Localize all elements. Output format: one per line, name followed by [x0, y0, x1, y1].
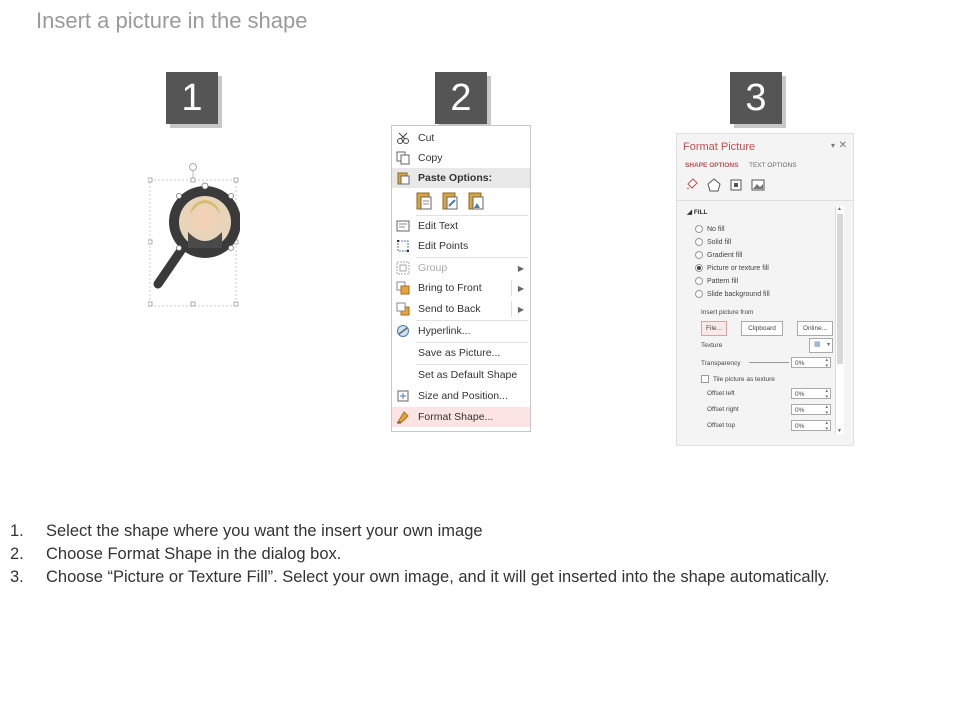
menu-item-hyperlink[interactable]: Hyperlink... [392, 321, 530, 341]
menu-label: Copy [418, 152, 443, 164]
hyperlink-icon [396, 324, 410, 338]
submenu-arrow-icon: ▶ [517, 263, 524, 273]
instruction-item: 1. Select the shape where you want the i… [10, 522, 483, 540]
scissors-icon [396, 131, 410, 145]
menu-item-save-as-picture[interactable]: Save as Picture... [392, 343, 530, 363]
menu-label: Edit Points [418, 240, 469, 252]
offset-top-label: Offset top [707, 422, 736, 429]
menu-label: Paste Options: [418, 172, 493, 184]
texture-label: Texture [701, 342, 723, 349]
tab-shape-options[interactable]: SHAPE OPTIONS [685, 162, 738, 169]
clipboard-button[interactable]: Clipboard [741, 321, 783, 336]
offset-left-label: Offset left [707, 390, 735, 397]
paste-picture-icon[interactable] [466, 190, 486, 212]
fill-section-header[interactable]: ◢ FILL [687, 208, 708, 216]
size-properties-icon[interactable] [729, 178, 743, 192]
paste-icon [396, 171, 410, 185]
page-title: Insert a picture in the shape [36, 8, 308, 33]
scrollbar-thumb[interactable] [837, 214, 843, 364]
pane-scrollbar[interactable]: ▲ ▼ [835, 206, 844, 434]
offset-right-input[interactable]: 0% ▴ ▾ [791, 404, 831, 415]
step-1-badge: 1 [166, 72, 218, 124]
close-icon[interactable]: ✕ [839, 140, 847, 151]
menu-item-cut[interactable]: Cut [392, 128, 530, 148]
menu-item-bring-to-front[interactable]: Bring to Front ▶ [392, 278, 530, 298]
format-picture-pane: Format Picture ▾ ✕ SHAPE OPTIONS TEXT OP… [676, 133, 854, 446]
instruction-item: 2. Choose Format Shape in the dialog box… [10, 545, 342, 563]
submenu-arrow-icon: ▶ [517, 304, 524, 314]
chevron-down-icon[interactable]: ▾ [831, 141, 835, 150]
copy-icon [396, 151, 410, 165]
menu-item-edit-text[interactable]: Edit Text [392, 216, 530, 236]
tile-checkbox[interactable]: Tile picture as texture [701, 375, 775, 383]
menu-label: Set as Default Shape [418, 369, 518, 381]
bring-front-icon [396, 281, 410, 295]
edit-text-icon [396, 219, 410, 233]
menu-item-size-and-position[interactable]: Size and Position... [392, 386, 530, 406]
menu-item-group[interactable]: Group ▶ [392, 258, 530, 278]
radio-pattern-fill[interactable]: Pattern fill [695, 277, 738, 285]
menu-label: Bring to Front [418, 282, 482, 294]
pane-title: Format Picture [683, 141, 756, 153]
menu-label: Send to Back [418, 303, 481, 315]
menu-label: Format Shape... [418, 411, 494, 423]
group-icon [396, 261, 410, 275]
picture-icon[interactable] [751, 178, 765, 192]
transparency-slider[interactable] [749, 362, 789, 363]
step-2-badge: 2 [435, 72, 487, 124]
edit-points-icon [396, 239, 410, 253]
menu-item-send-to-back[interactable]: Send to Back ▶ [392, 299, 530, 319]
format-shape-icon [396, 410, 410, 424]
menu-label: Group [418, 262, 448, 274]
menu-label: Edit Text [418, 220, 459, 232]
size-position-icon [396, 389, 410, 403]
radio-gradient-fill[interactable]: Gradient fill [695, 251, 742, 259]
menu-label: Hyperlink... [418, 325, 471, 337]
radio-solid-fill[interactable]: Solid fill [695, 238, 731, 246]
fill-line-icon[interactable] [685, 178, 699, 192]
menu-label: Size and Position... [418, 390, 508, 402]
menu-item-paste-options: Paste Options: [392, 168, 530, 188]
menu-item-copy[interactable]: Copy [392, 148, 530, 168]
step-3-badge: 3 [730, 72, 782, 124]
radio-picture-texture-fill[interactable]: Picture or texture fill [695, 264, 769, 272]
file-button[interactable]: File... [701, 321, 727, 336]
paste-options-row [414, 190, 486, 212]
submenu-arrow-icon: ▶ [517, 283, 524, 293]
menu-item-edit-points[interactable]: Edit Points [392, 236, 530, 256]
texture-icon: ▦ [814, 341, 821, 348]
menu-label: Save as Picture... [418, 347, 501, 359]
online-button[interactable]: Online... [797, 321, 833, 336]
scroll-up-icon[interactable]: ▲ [837, 206, 842, 212]
offset-top-input[interactable]: 0% ▴ ▾ [791, 420, 831, 431]
menu-item-format-shape[interactable]: Format Shape... [392, 407, 530, 427]
texture-dropdown[interactable]: ▦ ▾ [809, 338, 833, 353]
chevron-down-icon: ▾ [826, 342, 830, 348]
tab-text-options[interactable]: TEXT OPTIONS [749, 162, 797, 169]
context-menu: Cut Copy Paste Options: Edit Text Edit P… [391, 125, 531, 432]
paste-keep-source-icon[interactable] [414, 190, 434, 212]
selected-shape[interactable] [147, 162, 241, 308]
paste-merge-icon[interactable] [440, 190, 460, 212]
radio-slide-background-fill[interactable]: Slide background fill [695, 290, 770, 298]
transparency-label: Transparency [701, 360, 741, 367]
send-back-icon [396, 302, 410, 316]
menu-item-set-default-shape[interactable]: Set as Default Shape [392, 365, 530, 385]
offset-right-label: Offset right [707, 406, 739, 413]
menu-label: Cut [418, 132, 435, 144]
insert-from-label: Insert picture from [701, 309, 754, 316]
instruction-item: 3. Choose “Picture or Texture Fill”. Sel… [10, 568, 830, 586]
scroll-down-icon[interactable]: ▼ [837, 428, 842, 434]
effects-icon[interactable] [707, 178, 721, 192]
pane-icon-row [685, 178, 765, 192]
offset-left-input[interactable]: 0% ▴ ▾ [791, 388, 831, 399]
transparency-input[interactable]: 0% ▴ ▾ [791, 357, 831, 368]
radio-no-fill[interactable]: No fill [695, 225, 725, 233]
